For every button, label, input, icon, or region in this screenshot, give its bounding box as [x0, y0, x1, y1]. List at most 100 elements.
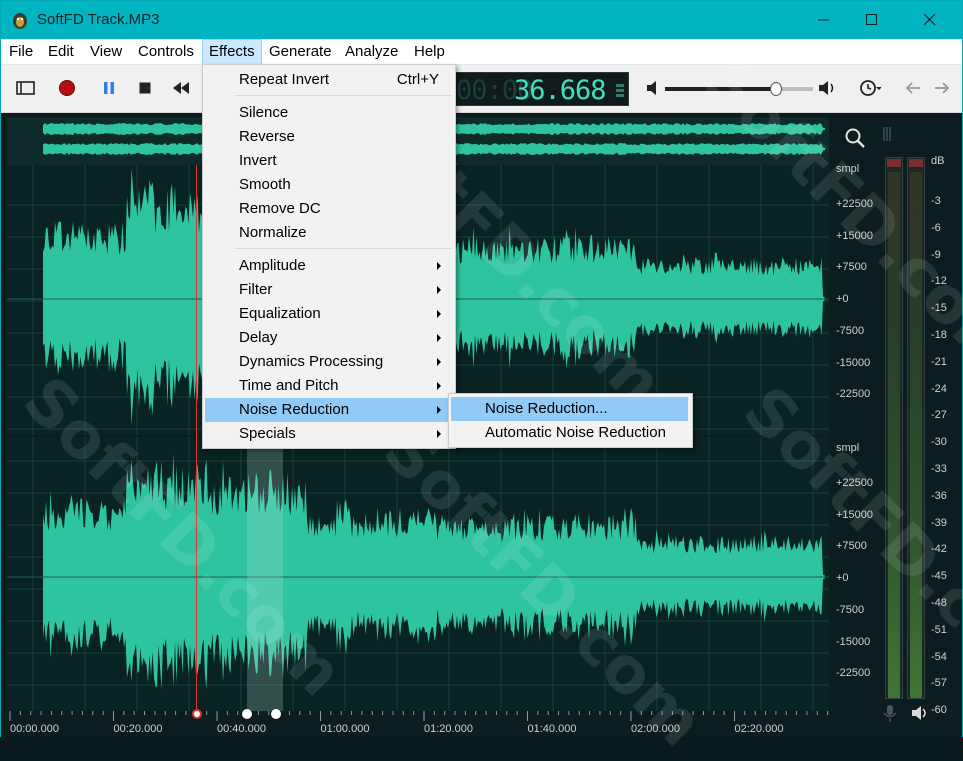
effects-menu-dropdown: Repeat Invert Ctrl+Y Silence Reverse Inv…	[202, 64, 456, 449]
amplitude-tick-label: -22500	[836, 388, 871, 401]
submenu-arrow-icon	[437, 286, 441, 294]
cursor-marker[interactable]	[192, 709, 202, 719]
db-tick-label: -30	[931, 436, 947, 449]
menu-item-label: Repeat Invert	[239, 71, 330, 88]
amplitude-tick-label: -15000	[836, 635, 871, 648]
menu-help[interactable]: Help	[408, 39, 451, 65]
menu-separator	[235, 95, 451, 96]
menu-item-label: Amplitude	[239, 257, 306, 274]
zero-line	[7, 576, 829, 578]
db-tick-label: -33	[931, 463, 947, 475]
close-button[interactable]	[907, 1, 953, 39]
time-display-value: 36.668	[514, 75, 607, 106]
db-unit-label: dB	[931, 155, 945, 167]
back-arrow-icon[interactable]	[902, 76, 926, 100]
stop-icon[interactable]	[133, 76, 157, 100]
db-tick-label: -54	[931, 650, 947, 663]
time-tick-label: 02:20.000	[734, 723, 784, 735]
menu-item-label: Specials	[239, 425, 296, 442]
menu-edit[interactable]: Edit	[42, 39, 80, 65]
menu-effects[interactable]: Effects	[202, 39, 262, 65]
menu-item-equalization[interactable]: Equalization	[205, 302, 453, 326]
amplitude-tick-label: -7500	[836, 603, 865, 616]
selection-start-marker[interactable]	[242, 709, 252, 719]
menu-item-amplitude[interactable]: Amplitude	[205, 254, 453, 278]
submenu-arrow-icon	[437, 406, 441, 414]
clock-icon[interactable]	[857, 76, 881, 100]
minimize-button[interactable]	[801, 1, 847, 39]
submenu-arrow-icon	[437, 334, 441, 342]
menu-item-smooth[interactable]: Smooth	[205, 173, 453, 197]
time-tick-label: 01:00.000	[320, 723, 370, 735]
menu-item-automatic-noise-reduction[interactable]: Automatic Noise Reduction	[451, 421, 688, 445]
menu-item-label: Silence	[239, 104, 289, 121]
submenu-arrow-icon	[437, 430, 441, 438]
menu-item-label: Dynamics Processing	[239, 353, 384, 370]
menu-item-label: Filter	[239, 281, 273, 298]
menu-view[interactable]: View	[84, 39, 128, 65]
forward-arrow-icon[interactable]	[929, 76, 953, 100]
close-icon	[924, 14, 936, 26]
rewind-icon[interactable]	[169, 76, 193, 100]
noise-reduction-submenu: Noise Reduction... Automatic Noise Reduc…	[448, 393, 693, 448]
menu-item-specials[interactable]: Specials	[205, 422, 453, 446]
peak-indicator-right	[909, 159, 923, 167]
submenu-arrow-icon	[437, 310, 441, 318]
time-tick-label: 00:20.000	[113, 723, 163, 735]
time-display: 00:00 36.668	[453, 72, 629, 106]
menu-item-noise-reduction-dialog[interactable]: Noise Reduction...	[451, 397, 688, 421]
time-format-icon[interactable]	[616, 82, 624, 98]
menu-item-delay[interactable]: Delay	[205, 326, 453, 350]
maximize-button[interactable]	[849, 1, 895, 39]
menu-analyze[interactable]: Analyze	[339, 39, 404, 65]
menu-controls[interactable]: Controls	[132, 39, 200, 65]
menu-item-noise-reduction[interactable]: Noise Reduction	[205, 398, 453, 422]
monitor-speaker-icon[interactable]	[911, 703, 929, 723]
menu-item-reverse[interactable]: Reverse	[205, 125, 453, 149]
menu-item-label: Reverse	[239, 128, 295, 145]
microphone-icon[interactable]	[881, 703, 899, 723]
window-title: SoftFD Track.MP3	[37, 11, 160, 28]
submenu-arrow-icon	[437, 262, 441, 270]
menu-item-label: Invert	[239, 152, 277, 169]
playback-cursor[interactable]	[196, 165, 197, 711]
db-tick-label: -24	[931, 382, 947, 395]
db-tick-label: -27	[931, 409, 947, 422]
menu-item-filter[interactable]: Filter	[205, 278, 453, 302]
menu-item-invert[interactable]: Invert	[205, 149, 453, 173]
db-tick-label: -60	[931, 704, 947, 717]
speaker-high-icon[interactable]	[816, 76, 840, 100]
sidebar-toggle-icon[interactable]	[14, 76, 38, 100]
amplitude-tick-label: +0	[836, 293, 849, 306]
db-tick-label: -21	[931, 355, 947, 368]
menu-item-label: Time and Pitch	[239, 377, 339, 394]
pause-icon[interactable]	[97, 76, 121, 100]
meter-grip-icon[interactable]	[883, 127, 891, 141]
time-tick-label: 01:40.000	[527, 723, 577, 735]
menu-item-label: Noise Reduction	[239, 401, 350, 418]
menu-item-time-and-pitch[interactable]: Time and Pitch	[205, 374, 453, 398]
menu-item-repeat-invert[interactable]: Repeat Invert Ctrl+Y	[205, 68, 453, 92]
minimize-icon	[818, 19, 829, 21]
record-icon[interactable]	[55, 76, 79, 100]
app-window: SoftFD Track.MP3 File Edit View Controls…	[0, 0, 963, 761]
zoom-icon[interactable]	[844, 127, 866, 149]
menu-item-normalize[interactable]: Normalize	[205, 221, 453, 245]
menu-item-label: Noise Reduction...	[485, 400, 608, 417]
menu-item-label: Remove DC	[239, 200, 321, 217]
menu-item-dynamics-processing[interactable]: Dynamics Processing	[205, 350, 453, 374]
menu-separator	[235, 248, 451, 249]
time-tick-label: 01:20.000	[424, 723, 473, 735]
menu-item-silence[interactable]: Silence	[205, 101, 453, 125]
submenu-arrow-icon	[437, 382, 441, 390]
menu-item-remove-dc[interactable]: Remove DC	[205, 197, 453, 221]
submenu-arrow-icon	[437, 358, 441, 366]
menu-file[interactable]: File	[3, 39, 39, 65]
app-logo-icon	[13, 13, 27, 29]
selection-end-marker[interactable]	[271, 709, 281, 719]
amplitude-tick-label: +0	[836, 572, 849, 585]
title-bar[interactable]: SoftFD Track.MP3	[1, 1, 962, 39]
menu-generate[interactable]: Generate	[263, 39, 338, 65]
amplitude-tick-label: -15000	[836, 356, 871, 369]
speaker-low-icon[interactable]	[643, 76, 667, 100]
